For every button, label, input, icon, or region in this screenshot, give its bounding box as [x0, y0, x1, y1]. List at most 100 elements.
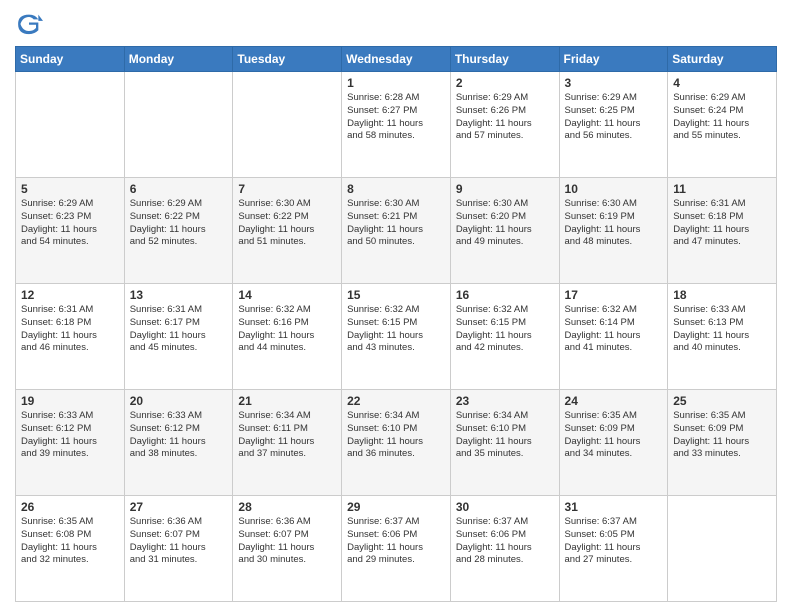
day-info: Sunrise: 6:34 AM Sunset: 6:10 PM Dayligh… — [347, 410, 445, 461]
calendar-cell: 5Sunrise: 6:29 AM Sunset: 6:23 PM Daylig… — [16, 178, 125, 284]
header — [15, 10, 777, 38]
calendar-cell: 9 Sunrise: 6:30 AM Sunset: 6:20 PM Daylig… — [450, 178, 559, 284]
day-info: Sunrise: 6:30 AM Sunset: 6:21 PM Dayligh… — [347, 198, 445, 249]
calendar-cell: 21Sunrise: 6:34 AM Sunset: 6:11 PM Dayli… — [233, 390, 342, 496]
day-number: 5 — [21, 182, 119, 196]
day-number: 10 — [565, 182, 663, 196]
week-row-5: 26 Sunrise: 6:35 AM Sunset: 6:08 PM Dayli… — [16, 496, 777, 602]
day-number: 4 — [673, 76, 771, 90]
day-info: Sunrise: 6:31 AM Sunset: 6:18 PM Dayligh… — [673, 198, 771, 249]
day-number: 29 — [347, 500, 445, 514]
day-number: 14 — [238, 288, 336, 302]
day-number: 8 — [347, 182, 445, 196]
day-number: 16 — [456, 288, 554, 302]
day-info: Sunrise: 6:29 AM Sunset: 6:22 PM Dayligh… — [130, 198, 228, 249]
calendar-cell: 31 Sunrise: 6:37 AM Sunset: 6:05 PM Dayli… — [559, 496, 668, 602]
calendar-cell — [16, 72, 125, 178]
calendar-cell — [124, 72, 233, 178]
calendar-cell: 14 Sunrise: 6:32 AM Sunset: 6:16 PM Dayli… — [233, 284, 342, 390]
weekday-header-sunday: Sunday — [16, 47, 125, 72]
day-number: 23 — [456, 394, 554, 408]
day-number: 26 — [21, 500, 119, 514]
day-number: 28 — [238, 500, 336, 514]
day-info: Sunrise: 6:35 AM Sunset: 6:08 PM Dayligh… — [21, 516, 119, 567]
day-number: 7 — [238, 182, 336, 196]
day-number: 13 — [130, 288, 228, 302]
day-info: Sunrise: 6:34 AM Sunset: 6:10 PM Dayligh… — [456, 410, 554, 461]
calendar-cell: 6Sunrise: 6:29 AM Sunset: 6:22 PM Daylig… — [124, 178, 233, 284]
day-info: Sunrise: 6:37 AM Sunset: 6:05 PM Dayligh… — [565, 516, 663, 567]
calendar-cell: 4Sunrise: 6:29 AM Sunset: 6:24 PM Daylig… — [668, 72, 777, 178]
calendar-cell: 12 Sunrise: 6:31 AM Sunset: 6:18 PM Dayli… — [16, 284, 125, 390]
day-number: 31 — [565, 500, 663, 514]
calendar-cell: 10 Sunrise: 6:30 AM Sunset: 6:19 PM Dayli… — [559, 178, 668, 284]
calendar-cell: 1 Sunrise: 6:28 AM Sunset: 6:27 PM Daylig… — [342, 72, 451, 178]
calendar-cell: 15 Sunrise: 6:32 AM Sunset: 6:15 PM Dayli… — [342, 284, 451, 390]
day-number: 21 — [238, 394, 336, 408]
weekday-header-monday: Monday — [124, 47, 233, 72]
day-info: Sunrise: 6:32 AM Sunset: 6:15 PM Dayligh… — [347, 304, 445, 355]
calendar-cell: 22 Sunrise: 6:34 AM Sunset: 6:10 PM Dayli… — [342, 390, 451, 496]
day-number: 19 — [21, 394, 119, 408]
calendar-cell: 25Sunrise: 6:35 AM Sunset: 6:09 PM Dayli… — [668, 390, 777, 496]
weekday-header-friday: Friday — [559, 47, 668, 72]
calendar-cell: 19Sunrise: 6:33 AM Sunset: 6:12 PM Dayli… — [16, 390, 125, 496]
weekday-header-saturday: Saturday — [668, 47, 777, 72]
day-info: Sunrise: 6:30 AM Sunset: 6:20 PM Dayligh… — [456, 198, 554, 249]
day-number: 11 — [673, 182, 771, 196]
logo-icon — [15, 10, 43, 38]
day-info: Sunrise: 6:35 AM Sunset: 6:09 PM Dayligh… — [673, 410, 771, 461]
day-info: Sunrise: 6:30 AM Sunset: 6:22 PM Dayligh… — [238, 198, 336, 249]
day-number: 17 — [565, 288, 663, 302]
calendar-cell: 3 Sunrise: 6:29 AM Sunset: 6:25 PM Daylig… — [559, 72, 668, 178]
day-number: 15 — [347, 288, 445, 302]
day-number: 27 — [130, 500, 228, 514]
day-info: Sunrise: 6:32 AM Sunset: 6:14 PM Dayligh… — [565, 304, 663, 355]
day-info: Sunrise: 6:31 AM Sunset: 6:18 PM Dayligh… — [21, 304, 119, 355]
calendar-cell: 24 Sunrise: 6:35 AM Sunset: 6:09 PM Dayli… — [559, 390, 668, 496]
day-info: Sunrise: 6:36 AM Sunset: 6:07 PM Dayligh… — [238, 516, 336, 567]
calendar-cell: 23 Sunrise: 6:34 AM Sunset: 6:10 PM Dayli… — [450, 390, 559, 496]
day-number: 1 — [347, 76, 445, 90]
weekday-header-thursday: Thursday — [450, 47, 559, 72]
weekday-header-row: SundayMondayTuesdayWednesdayThursdayFrid… — [16, 47, 777, 72]
calendar-cell: 26 Sunrise: 6:35 AM Sunset: 6:08 PM Dayli… — [16, 496, 125, 602]
week-row-2: 5Sunrise: 6:29 AM Sunset: 6:23 PM Daylig… — [16, 178, 777, 284]
day-info: Sunrise: 6:37 AM Sunset: 6:06 PM Dayligh… — [456, 516, 554, 567]
day-info: Sunrise: 6:29 AM Sunset: 6:25 PM Dayligh… — [565, 92, 663, 143]
day-info: Sunrise: 6:32 AM Sunset: 6:15 PM Dayligh… — [456, 304, 554, 355]
calendar-cell: 8 Sunrise: 6:30 AM Sunset: 6:21 PM Daylig… — [342, 178, 451, 284]
calendar-table: SundayMondayTuesdayWednesdayThursdayFrid… — [15, 46, 777, 602]
week-row-4: 19Sunrise: 6:33 AM Sunset: 6:12 PM Dayli… — [16, 390, 777, 496]
page: SundayMondayTuesdayWednesdayThursdayFrid… — [0, 0, 792, 612]
calendar-cell: 28 Sunrise: 6:36 AM Sunset: 6:07 PM Dayli… — [233, 496, 342, 602]
calendar-cell: 13 Sunrise: 6:31 AM Sunset: 6:17 PM Dayli… — [124, 284, 233, 390]
day-number: 9 — [456, 182, 554, 196]
calendar-cell: 7 Sunrise: 6:30 AM Sunset: 6:22 PM Daylig… — [233, 178, 342, 284]
day-number: 2 — [456, 76, 554, 90]
day-info: Sunrise: 6:30 AM Sunset: 6:19 PM Dayligh… — [565, 198, 663, 249]
logo — [15, 10, 47, 38]
day-info: Sunrise: 6:32 AM Sunset: 6:16 PM Dayligh… — [238, 304, 336, 355]
calendar-cell — [668, 496, 777, 602]
day-info: Sunrise: 6:31 AM Sunset: 6:17 PM Dayligh… — [130, 304, 228, 355]
day-info: Sunrise: 6:28 AM Sunset: 6:27 PM Dayligh… — [347, 92, 445, 143]
day-number: 30 — [456, 500, 554, 514]
day-number: 22 — [347, 394, 445, 408]
weekday-header-tuesday: Tuesday — [233, 47, 342, 72]
day-info: Sunrise: 6:35 AM Sunset: 6:09 PM Dayligh… — [565, 410, 663, 461]
day-number: 24 — [565, 394, 663, 408]
calendar-cell: 20Sunrise: 6:33 AM Sunset: 6:12 PM Dayli… — [124, 390, 233, 496]
calendar-cell: 11 Sunrise: 6:31 AM Sunset: 6:18 PM Dayli… — [668, 178, 777, 284]
calendar-cell: 18 Sunrise: 6:33 AM Sunset: 6:13 PM Dayli… — [668, 284, 777, 390]
week-row-3: 12 Sunrise: 6:31 AM Sunset: 6:18 PM Dayli… — [16, 284, 777, 390]
day-info: Sunrise: 6:36 AM Sunset: 6:07 PM Dayligh… — [130, 516, 228, 567]
day-number: 18 — [673, 288, 771, 302]
day-number: 12 — [21, 288, 119, 302]
day-info: Sunrise: 6:37 AM Sunset: 6:06 PM Dayligh… — [347, 516, 445, 567]
calendar-cell: 17 Sunrise: 6:32 AM Sunset: 6:14 PM Dayli… — [559, 284, 668, 390]
calendar-cell: 16 Sunrise: 6:32 AM Sunset: 6:15 PM Dayli… — [450, 284, 559, 390]
day-number: 3 — [565, 76, 663, 90]
calendar-cell: 29 Sunrise: 6:37 AM Sunset: 6:06 PM Dayli… — [342, 496, 451, 602]
day-info: Sunrise: 6:33 AM Sunset: 6:13 PM Dayligh… — [673, 304, 771, 355]
